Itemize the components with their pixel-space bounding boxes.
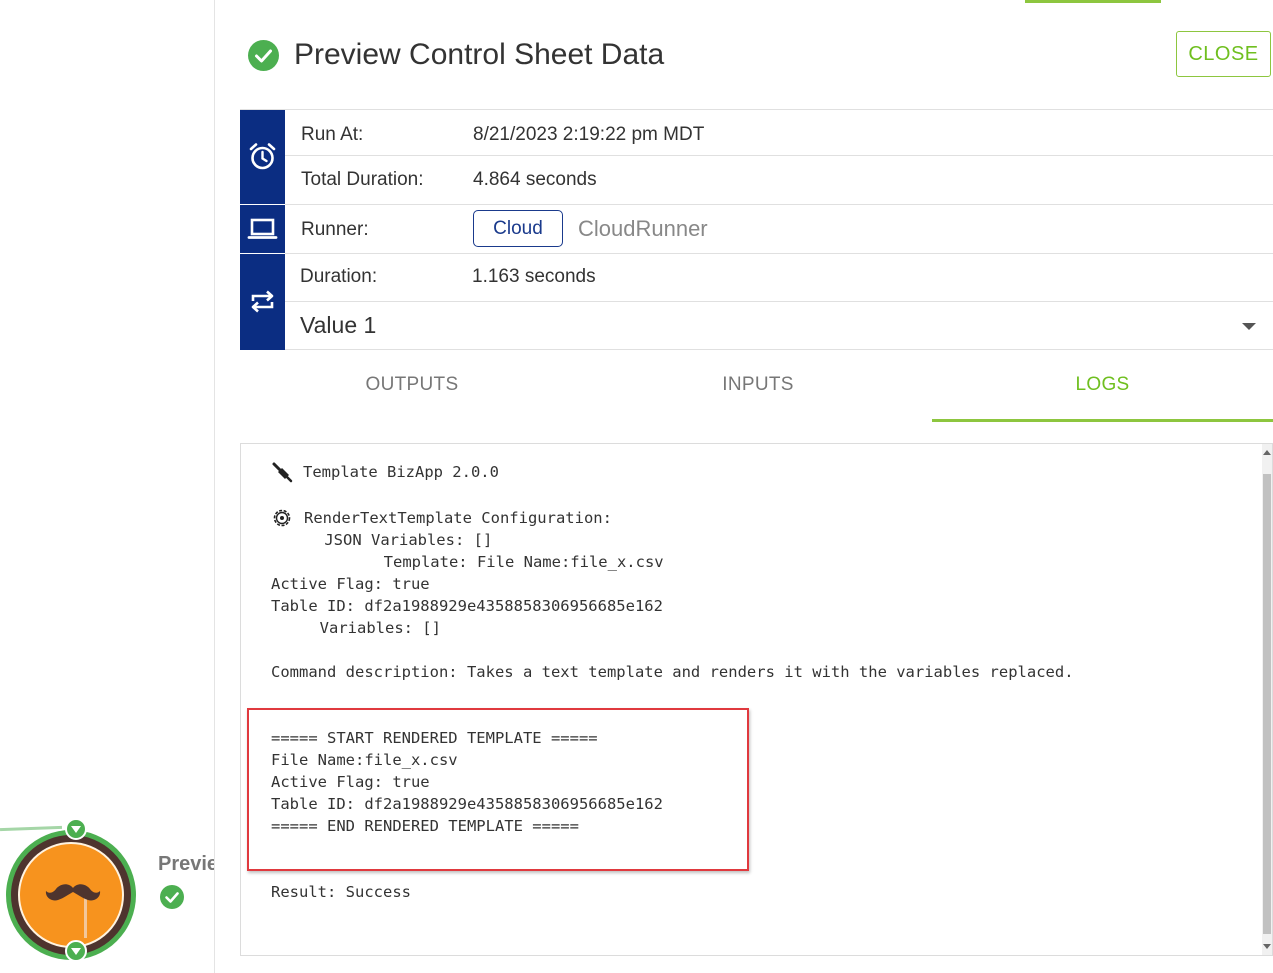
node-body <box>18 842 124 948</box>
tab-outputs[interactable]: OUTPUTS <box>240 350 584 422</box>
total-duration-label: Total Duration: <box>301 169 424 190</box>
plug-icon <box>272 462 293 483</box>
runner-row: Runner: Cloud CloudRunner <box>285 205 1273 254</box>
timing-sidebar <box>240 110 285 204</box>
duration-label: Duration: <box>300 266 378 287</box>
log-line: Template: File Name:file_x.csv <box>281 553 664 571</box>
chevron-down-icon[interactable] <box>1242 323 1256 330</box>
log-line: RenderTextTemplate Configuration: <box>304 509 612 527</box>
scroll-up-arrow[interactable] <box>1263 450 1271 455</box>
iteration-select[interactable]: Value 1 <box>285 302 1273 350</box>
log-line: Command description: Takes a text templa… <box>271 663 1074 681</box>
log-scrollbar[interactable] <box>1262 444 1272 955</box>
scroll-thumb[interactable] <box>1263 474 1271 934</box>
node-label: Previe <box>158 853 215 875</box>
tab-inputs[interactable]: INPUTS <box>586 350 930 422</box>
node-success-icon <box>160 885 184 909</box>
log-panel[interactable]: Template BizApp 2.0.0 RenderTextTemplate… <box>240 443 1273 956</box>
log-line: ===== START RENDERED TEMPLATE ===== <box>271 729 598 747</box>
node-input-port[interactable] <box>65 818 87 840</box>
run-at-label: Run At: <box>301 124 364 145</box>
log-line: Result: Success <box>271 883 411 901</box>
duration-row: Duration: 1.163 seconds <box>285 254 1273 302</box>
page-title: Preview Control Sheet Data <box>294 38 665 71</box>
log-line: Table ID: df2a1988929e4358858306956685e1… <box>271 795 663 813</box>
log-line: JSON Variables: [] <box>287 531 493 549</box>
laptop-icon <box>247 218 278 239</box>
result-tabs: OUTPUTS INPUTS LOGS <box>240 350 1273 422</box>
runner-sidebar <box>240 205 285 253</box>
log-line: Variables: [] <box>273 619 441 637</box>
runner-name: CloudRunner <box>578 216 708 241</box>
workflow-node[interactable] <box>6 818 136 962</box>
run-at-row: Run At: 8/21/2023 2:19:22 pm MDT <box>285 110 1273 156</box>
alarm-clock-icon <box>249 143 276 170</box>
workflow-canvas[interactable]: Previe <box>0 0 215 973</box>
duration-value: 1.163 seconds <box>472 266 596 287</box>
scroll-down-arrow[interactable] <box>1263 944 1271 949</box>
log-line: Table ID: df2a1988929e4358858306956685e1… <box>271 597 663 615</box>
log-line: Active Flag: true <box>271 773 430 791</box>
repeat-icon <box>251 290 274 313</box>
log-line: Template BizApp 2.0.0 <box>303 463 499 481</box>
mustache-icon <box>45 884 101 901</box>
gear-icon <box>273 509 291 527</box>
iteration-sidebar <box>240 254 285 350</box>
run-info-panel: Run At: 8/21/2023 2:19:22 pm MDT Total D… <box>240 109 1273 350</box>
log-line: ===== END RENDERED TEMPLATE ===== <box>271 817 579 835</box>
tab-logs[interactable]: LOGS <box>932 350 1273 422</box>
runner-label: Runner: <box>301 219 369 240</box>
page: Previe Preview Control Sheet Data CLOSE <box>0 0 1273 973</box>
total-duration-value: 4.864 seconds <box>473 169 597 190</box>
close-button[interactable]: CLOSE <box>1176 31 1271 77</box>
top-accent-bar <box>1025 0 1161 3</box>
total-duration-row: Total Duration: 4.864 seconds <box>285 156 1273 205</box>
runner-type-badge: Cloud <box>473 210 563 247</box>
log-line: File Name:file_x.csv <box>271 751 458 769</box>
iteration-select-value: Value 1 <box>300 312 377 338</box>
run-at-value: 8/21/2023 2:19:22 pm MDT <box>473 124 705 145</box>
log-line: Active Flag: true <box>271 575 430 593</box>
check-circle-icon <box>248 40 279 71</box>
node-output-port[interactable] <box>65 940 87 962</box>
